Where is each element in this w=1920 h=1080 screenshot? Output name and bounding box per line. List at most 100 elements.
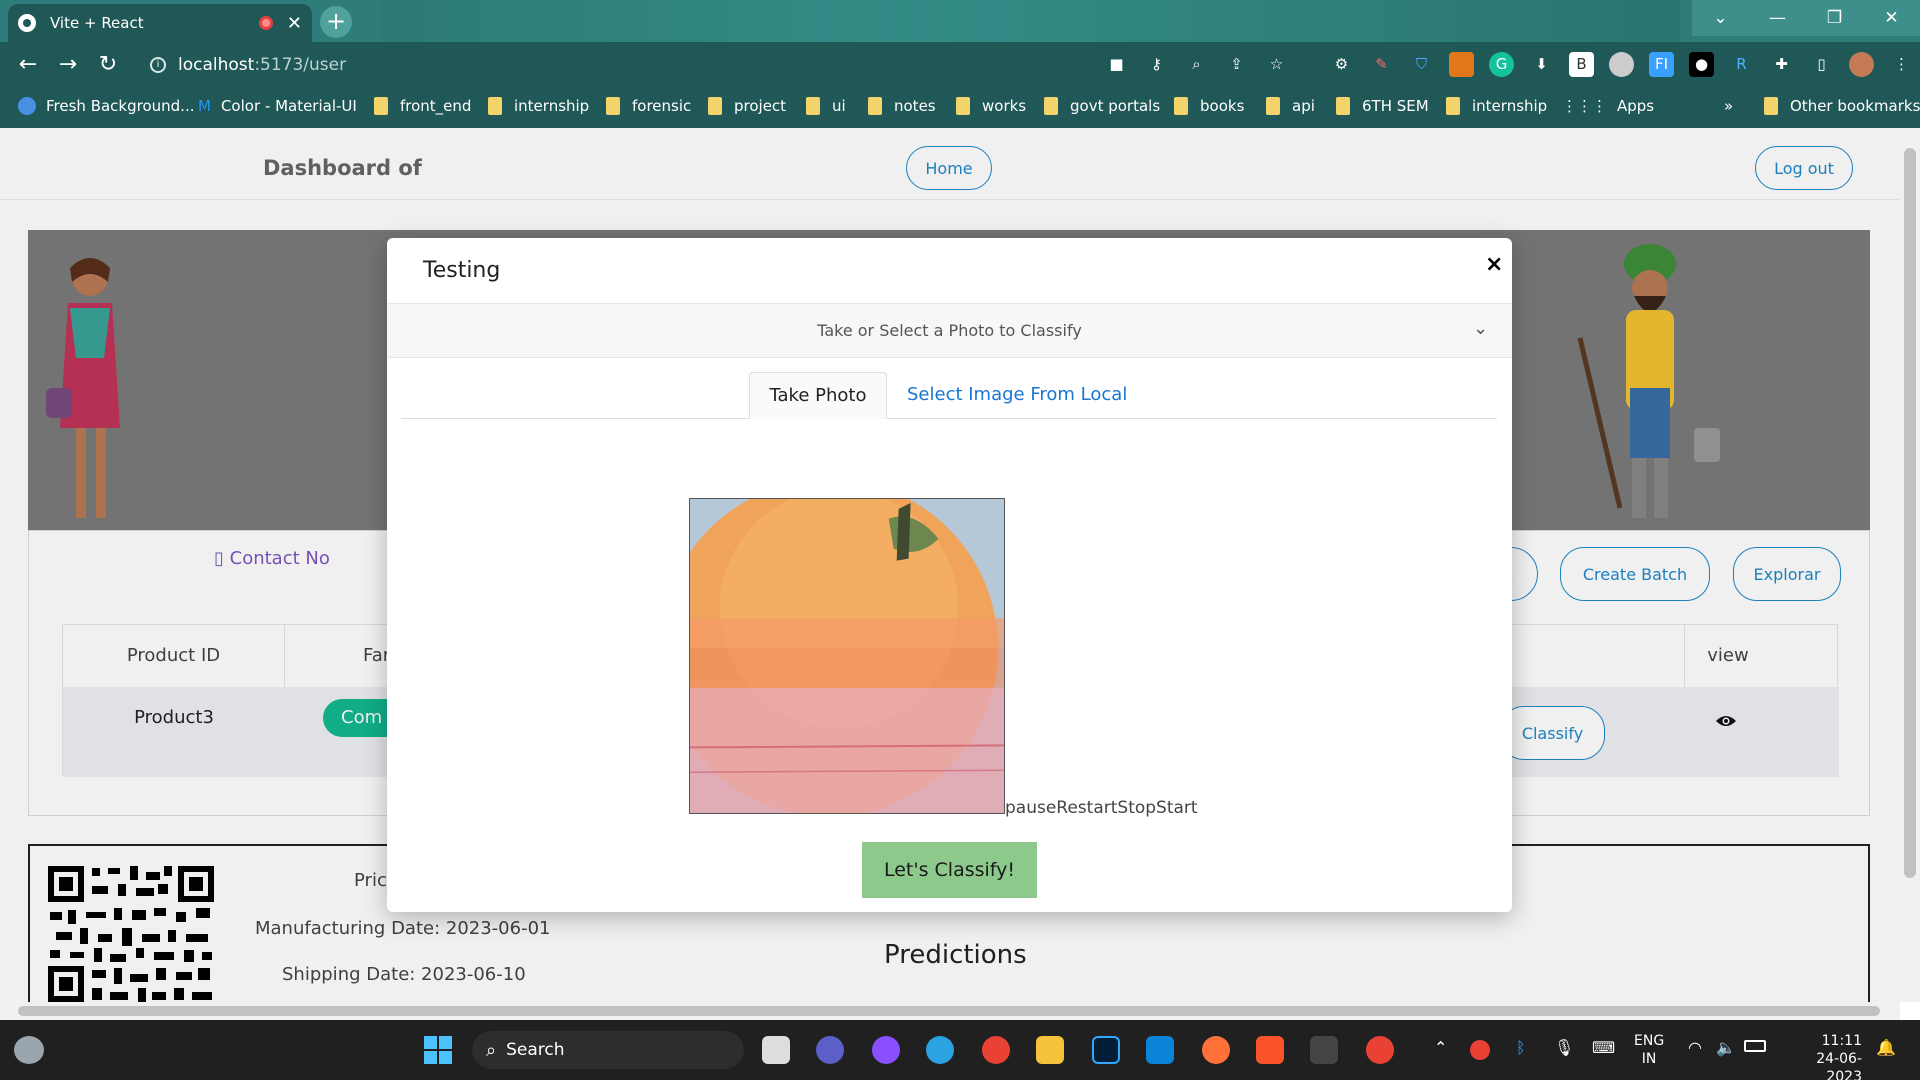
extension-shield-icon[interactable]: ⛉ — [1409, 52, 1434, 77]
back-icon[interactable]: ← — [14, 52, 42, 77]
extension-fi-icon[interactable]: FI — [1649, 52, 1674, 77]
bookmark-label: internship — [1472, 97, 1548, 115]
profile-avatar[interactable] — [1849, 52, 1874, 77]
keyboard-icon[interactable]: ⌨ — [1592, 1038, 1615, 1057]
close-icon[interactable]: × — [1485, 252, 1503, 277]
language-top: ENG — [1634, 1033, 1665, 1049]
tab-take-photo[interactable]: Take Photo — [749, 372, 887, 419]
menu-dots-icon[interactable]: ⋮ — [1889, 52, 1914, 77]
bluetooth-icon[interactable]: ᛒ — [1516, 1038, 1526, 1057]
clock-time: 11:11 — [1821, 1033, 1862, 1049]
chevron-down-icon[interactable]: ⌄ — [1473, 318, 1488, 339]
extension-fox-icon[interactable] — [1449, 52, 1474, 77]
lets-classify-button[interactable]: Let's Classify! — [862, 842, 1037, 898]
bookmark-folder[interactable]: notes — [868, 97, 936, 115]
notification-icon[interactable]: 🔔 — [1876, 1038, 1896, 1057]
forward-icon[interactable]: → — [54, 52, 82, 77]
bookmark-folder[interactable]: internship — [1446, 97, 1547, 115]
grammarly-icon[interactable]: G — [1489, 52, 1514, 77]
extension-dark-icon[interactable]: ● — [1689, 52, 1714, 77]
bookmark-apps[interactable]: ⋮⋮⋮ Apps — [1562, 97, 1654, 115]
bookmark-folder[interactable]: internship — [488, 97, 589, 115]
firefox-icon[interactable] — [1202, 1036, 1230, 1064]
folder-icon — [488, 97, 502, 115]
extension-r-icon[interactable]: R — [1729, 52, 1754, 77]
battery-icon[interactable] — [1744, 1040, 1766, 1052]
file-explorer-taskview-icon[interactable] — [762, 1036, 790, 1064]
new-tab-button[interactable]: + — [320, 6, 352, 38]
tabs-divider — [401, 418, 1497, 419]
bookmark-folder[interactable]: works — [956, 97, 1026, 115]
bookmark-item[interactable]: Fresh Background... — [18, 97, 194, 115]
bookmark-folder[interactable]: govt portals — [1044, 97, 1160, 115]
url-host: localhost — [178, 55, 255, 75]
bookmarks-bar: Fresh Background... M Color - Material-UI… — [0, 88, 1920, 128]
github-icon[interactable] — [872, 1036, 900, 1064]
bookmark-folder[interactable]: api — [1266, 97, 1315, 115]
teams-icon[interactable] — [816, 1036, 844, 1064]
folder-icon[interactable] — [1036, 1036, 1064, 1064]
bookmark-folder[interactable]: front_end — [374, 97, 471, 115]
extension-disc-icon[interactable] — [1609, 52, 1634, 77]
taskbar-search[interactable]: ⌕ Search — [472, 1031, 744, 1069]
bookmark-folder[interactable]: forensic — [606, 97, 691, 115]
bookmark-folder[interactable]: project — [708, 97, 786, 115]
browser-tabstrip: Vite + React ✕ + ⌄ — ❐ ✕ — [0, 0, 1920, 42]
extension-gear-icon[interactable]: ⚙ — [1329, 52, 1354, 77]
minimize-button[interactable]: — — [1749, 0, 1806, 36]
side-panel-icon[interactable]: ▯ — [1809, 52, 1834, 77]
browser-tab[interactable]: Vite + React ✕ — [8, 4, 312, 42]
bookmark-label: books — [1200, 97, 1245, 115]
zoom-icon[interactable]: ⌕ — [1184, 52, 1209, 77]
folder-icon — [1044, 97, 1058, 115]
bookmark-folder[interactable]: ui — [806, 97, 846, 115]
bookmark-folder[interactable]: books — [1174, 97, 1244, 115]
tab-title: Vite + React — [50, 14, 144, 32]
scrollbar-thumb[interactable] — [18, 1006, 1880, 1016]
scrollbar-thumb[interactable] — [1904, 148, 1916, 878]
star-icon[interactable]: ☆ — [1264, 52, 1289, 77]
extensions-puzzle-icon[interactable]: ✚ — [1769, 52, 1794, 77]
more-bookmarks-button[interactable]: » — [1724, 97, 1733, 115]
vertical-scrollbar[interactable] — [1900, 128, 1920, 1002]
modal-header: Testing × — [387, 238, 1512, 304]
clock[interactable]: 11:11 24-06-2023 — [1786, 1032, 1862, 1080]
volume-icon[interactable]: 🔈 — [1716, 1038, 1736, 1057]
bookmark-folder[interactable]: 6TH SEM — [1336, 97, 1429, 115]
restore-button[interactable]: ❐ — [1806, 0, 1863, 36]
horizontal-scrollbar[interactable] — [0, 1002, 1900, 1020]
wifi-icon[interactable]: ◠ — [1688, 1038, 1702, 1057]
extension-pen-icon[interactable]: ✎ — [1369, 52, 1394, 77]
bookmark-label: Apps — [1617, 97, 1655, 115]
chrome-icon[interactable] — [982, 1036, 1010, 1064]
folder-icon — [1446, 97, 1460, 115]
close-window-button[interactable]: ✕ — [1863, 0, 1920, 36]
vscode-icon[interactable] — [1146, 1036, 1174, 1064]
camera-icon[interactable]: ■ — [1104, 52, 1129, 77]
brave-icon[interactable] — [1256, 1036, 1284, 1064]
microphone-icon[interactable]: 🎙 — [1554, 1038, 1574, 1057]
site-info-icon[interactable]: i — [150, 57, 166, 73]
photo-accordion[interactable]: Take or Select a Photo to Classify ⌄ — [387, 304, 1512, 358]
tray-chrome-icon[interactable] — [1470, 1040, 1490, 1060]
extension-b-icon[interactable]: B — [1569, 52, 1594, 77]
share-icon[interactable]: ⇪ — [1224, 52, 1249, 77]
tab-select-image[interactable]: Select Image From Local — [907, 384, 1127, 405]
other-bookmarks-folder[interactable]: Other bookmarks — [1764, 97, 1920, 115]
tray-chevron-icon[interactable]: ⌃ — [1434, 1038, 1447, 1057]
camera-controls[interactable]: pauseRestartStopStart — [1005, 798, 1198, 818]
weather-icon[interactable] — [14, 1036, 44, 1064]
close-tab-icon[interactable]: ✕ — [287, 13, 302, 34]
chrome-active-icon[interactable] — [1366, 1036, 1394, 1064]
bookmark-item[interactable]: M Color - Material-UI — [198, 97, 357, 115]
tab-search-button[interactable]: ⌄ — [1692, 0, 1749, 36]
windows-start-icon[interactable] — [424, 1036, 452, 1064]
address-bar[interactable]: i localhost:5173/user — [140, 48, 1100, 82]
terminal-icon[interactable] — [1310, 1036, 1338, 1064]
language-indicator[interactable]: ENG IN — [1634, 1032, 1664, 1068]
key-icon[interactable]: ⚷ — [1144, 52, 1169, 77]
reload-icon[interactable]: ↻ — [94, 52, 122, 77]
download-icon[interactable]: ⬇ — [1529, 52, 1554, 77]
photoshop-icon[interactable] — [1092, 1036, 1120, 1064]
telegram-icon[interactable] — [926, 1036, 954, 1064]
